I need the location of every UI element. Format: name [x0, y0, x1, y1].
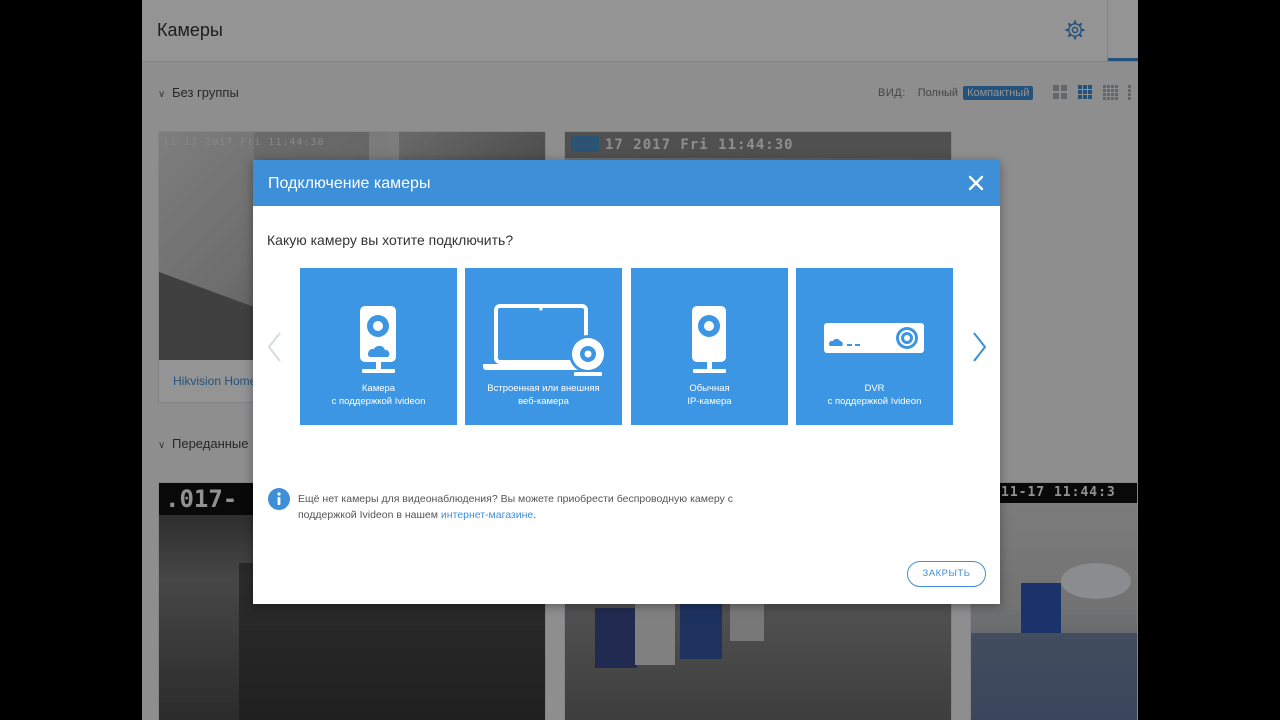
info-message: Ещё нет камеры для видеонаблюдения? Вы м…	[298, 493, 733, 521]
camera-type-webcam[interactable]: Встроенная или внешняя веб-камера	[465, 268, 622, 425]
card-label: Обычная IP-камера	[687, 383, 732, 407]
card-label: Встроенная или внешняя веб-камера	[487, 383, 600, 407]
chevron-left-icon[interactable]	[265, 330, 285, 364]
store-link[interactable]: интернет-магазине	[441, 509, 533, 521]
dialog-question: Какую камеру вы хотите подключить?	[267, 232, 514, 248]
camera-type-ivideon[interactable]: Камера с поддержкой Ivideon	[300, 268, 457, 425]
info-icon	[268, 488, 290, 510]
connect-camera-dialog: Подключение камеры Какую камеру вы хотит…	[253, 160, 1000, 604]
card-label: Камера с поддержкой Ivideon	[331, 383, 426, 407]
chevron-right-icon[interactable]	[969, 330, 989, 364]
close-button[interactable]: ЗАКРЫТЬ	[907, 561, 986, 587]
camera-type-ip[interactable]: Обычная IP-камера	[631, 268, 788, 425]
dialog-header: Подключение камеры	[253, 160, 1000, 206]
card-label: DVR с поддержкой Ivideon	[827, 383, 922, 407]
close-icon[interactable]	[967, 174, 985, 192]
camera-type-dvr[interactable]: DVR с поддержкой Ivideon	[796, 268, 953, 425]
dialog-title: Подключение камеры	[268, 175, 431, 192]
